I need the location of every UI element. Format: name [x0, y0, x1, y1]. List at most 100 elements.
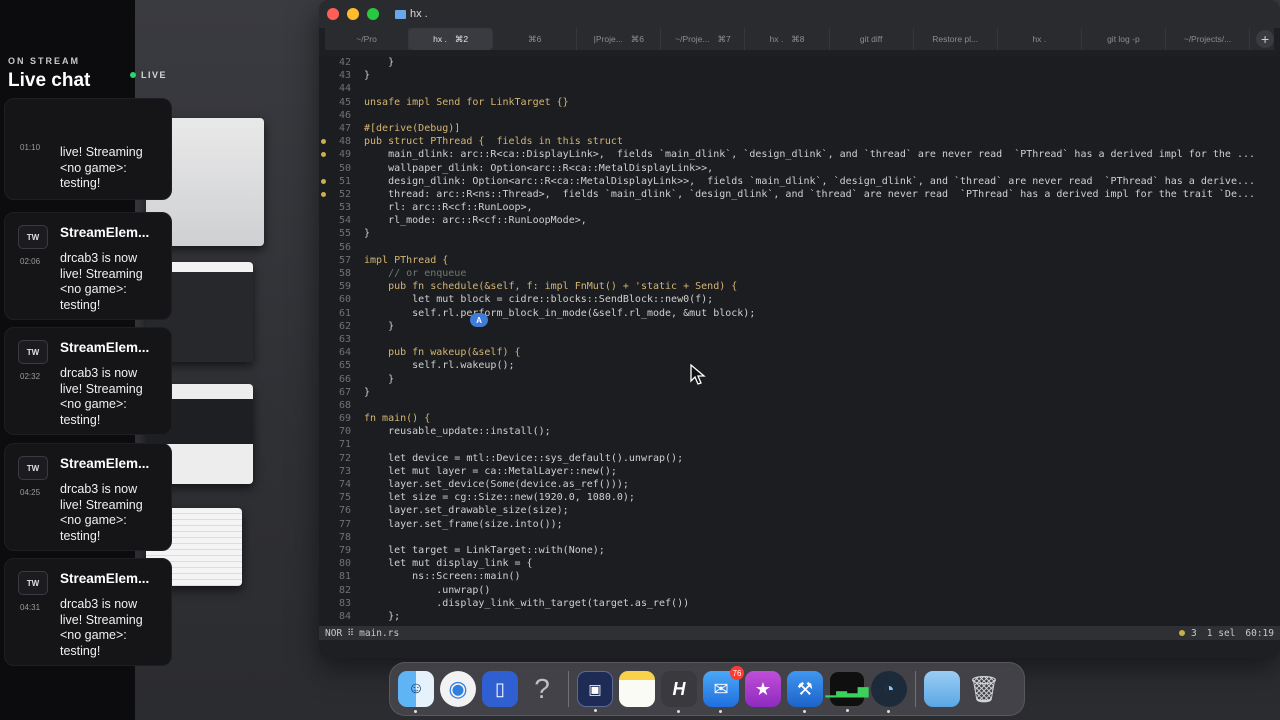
- message-author: StreamElem...: [60, 225, 150, 240]
- message-time: 02:32: [20, 372, 41, 381]
- xcode-instruments-icon[interactable]: ▣: [577, 671, 613, 712]
- code-line: 56: [319, 241, 1280, 254]
- chat-message: TW 02:32 StreamElem... drcab3 is now liv…: [4, 327, 172, 435]
- code-line: 62 }: [319, 320, 1280, 333]
- diagnostic-marker-icon: [321, 191, 326, 197]
- code-text: wallpaper_dlink: Option<arc::R<ca::Metal…: [364, 162, 714, 174]
- gauge-icon: ◔: [883, 678, 895, 699]
- code-line: 65 self.rl.wakeup();: [319, 359, 1280, 372]
- code-line: 83 .display_link_with_target(target.as_r…: [319, 597, 1280, 610]
- line-number: 47: [338, 122, 351, 134]
- tab-label: hx .: [1032, 34, 1047, 44]
- line-number: 66: [338, 373, 351, 385]
- tab-0[interactable]: ~/Pro: [325, 28, 410, 50]
- xcode-beta-icon[interactable]: ⚒: [787, 671, 823, 713]
- code-editor[interactable]: 42 } 43} 44 45 unsafe impl Send for LinkTarg…: [319, 56, 1280, 626]
- helix-icon[interactable]: H: [661, 671, 697, 713]
- close-window-button[interactable]: [327, 8, 339, 20]
- code-text: layer.set_frame(size.into());: [364, 518, 563, 530]
- folder-icon[interactable]: [924, 671, 960, 707]
- tab-8[interactable]: hx .: [998, 28, 1082, 50]
- activity-monitor-icon[interactable]: ▁▃▂▅: [825, 671, 869, 712]
- new-tab-button[interactable]: +: [1256, 30, 1275, 48]
- help-icon[interactable]: ?: [524, 671, 560, 707]
- code-text: fn main() {: [364, 413, 431, 425]
- code-line: 46: [319, 109, 1280, 122]
- chat-message: TW 04:25 StreamElem... drcab3 is now liv…: [4, 443, 172, 551]
- tab-label: hx .: [433, 34, 447, 44]
- notes-icon[interactable]: [619, 671, 655, 707]
- tab-5[interactable]: hx . ⌘8: [745, 28, 830, 50]
- file-name: main.rs: [359, 627, 400, 639]
- message-author: StreamElem...: [60, 456, 150, 471]
- line-number: 53: [338, 202, 351, 214]
- finder-face-icon: ☺: [407, 680, 425, 697]
- line-number: 62: [338, 320, 351, 332]
- trash-can-icon: 🗑: [967, 673, 1001, 704]
- code-text: }: [364, 373, 395, 385]
- line-number: 83: [338, 597, 351, 609]
- tab-3[interactable]: |Proje... ⌘6: [577, 28, 662, 50]
- code-text: reusable_update::install();: [364, 426, 551, 438]
- code-text: }: [364, 320, 395, 332]
- line-number: 46: [338, 109, 351, 121]
- tab-label: ~/Proje...: [675, 34, 710, 44]
- warning-dot-icon: [1179, 629, 1186, 636]
- code-text: unsafe impl Send for LinkTarget {}: [364, 96, 569, 108]
- twitch-badge: TW: [18, 571, 48, 595]
- feedback-icon[interactable]: ★: [745, 671, 781, 707]
- code-line: 55}: [319, 227, 1280, 240]
- safari-icon[interactable]: ◉: [440, 671, 476, 707]
- minimize-window-button[interactable]: [347, 8, 359, 20]
- code-line: 74 layer.set_device(Some(device.as_ref()…: [319, 478, 1280, 491]
- line-number: 73: [338, 465, 351, 477]
- code-line: 71: [319, 438, 1280, 451]
- trash-icon[interactable]: 🗑: [966, 671, 1002, 707]
- code-line: 51 design_dlink: Option<arc::R<ca::Metal…: [319, 175, 1280, 188]
- line-number: 70: [338, 426, 351, 438]
- code-text: let mut block = cidre::blocks::SendBlock…: [364, 294, 714, 306]
- code-text: #[derive(Debug)]: [364, 122, 461, 134]
- message-text: drcab3 is now live! Streaming <no game>:…: [60, 366, 143, 427]
- mail-icon[interactable]: ✉ 76: [703, 666, 744, 713]
- tab-1[interactable]: hx . ⌘2: [409, 28, 494, 50]
- diagnostic-marker-icon: [321, 178, 326, 184]
- tab-7[interactable]: Restore pl...: [914, 28, 998, 50]
- line-number: 79: [338, 544, 351, 556]
- live-dot-icon: [130, 72, 136, 78]
- tab-4[interactable]: ~/Proje... ⌘7: [661, 28, 746, 50]
- code-text: thread: arc::R<ns::Thread>, fields `main…: [364, 188, 1256, 200]
- code-text: }: [364, 386, 371, 398]
- tab-10[interactable]: ~/Projects/...: [1166, 28, 1251, 50]
- code-line: 63: [319, 333, 1280, 346]
- code-line: 49 main_dlink: arc::R<ca::DisplayLink>, …: [319, 148, 1280, 161]
- code-line: 44: [319, 82, 1280, 95]
- tab-9[interactable]: git log -p: [1082, 28, 1166, 50]
- hammer-icon: ⚒: [796, 678, 814, 699]
- code-text: self.rl.perform_block_in_mode(&self.rl_m…: [364, 307, 756, 319]
- code-line: 73 let mut layer = ca::MetalLayer::new()…: [319, 465, 1280, 478]
- tab-label: hx .: [769, 34, 784, 44]
- instruments-beta-icon[interactable]: ◔: [871, 671, 907, 713]
- helix-logo-icon: H: [672, 678, 686, 699]
- chat-message: 01:10 live! Streaming <no game>: testing…: [4, 98, 172, 200]
- code-line: 47 #[derive(Debug)]: [319, 122, 1280, 135]
- simulator-icon[interactable]: ▯: [482, 671, 518, 707]
- screen-icon: ▣: [588, 680, 602, 697]
- zoom-window-button[interactable]: [367, 8, 379, 20]
- code-text: self.rl.wakeup();: [364, 360, 515, 372]
- tab-6[interactable]: git diff: [830, 28, 914, 50]
- message-text: live! Streaming <no game>: testing!: [60, 145, 143, 190]
- code-text: pub struct PThread { fields in this stru…: [364, 136, 623, 148]
- finder-icon[interactable]: ☺: [398, 671, 434, 713]
- code-text: design_dlink: Option<arc::R<ca::MetalDis…: [364, 175, 1256, 187]
- code-line: 80 let mut display_link = {: [319, 557, 1280, 570]
- tab-label: ~/Pro: [356, 34, 377, 44]
- line-number: 49: [338, 149, 351, 161]
- collaborator-cursor-badge: A: [470, 313, 488, 327]
- line-number: 67: [338, 386, 351, 398]
- message-text: drcab3 is now live! Streaming <no game>:…: [60, 251, 143, 312]
- line-number: 54: [338, 215, 351, 227]
- code-line: 68: [319, 399, 1280, 412]
- tab-2[interactable]: ⌘6: [493, 28, 578, 50]
